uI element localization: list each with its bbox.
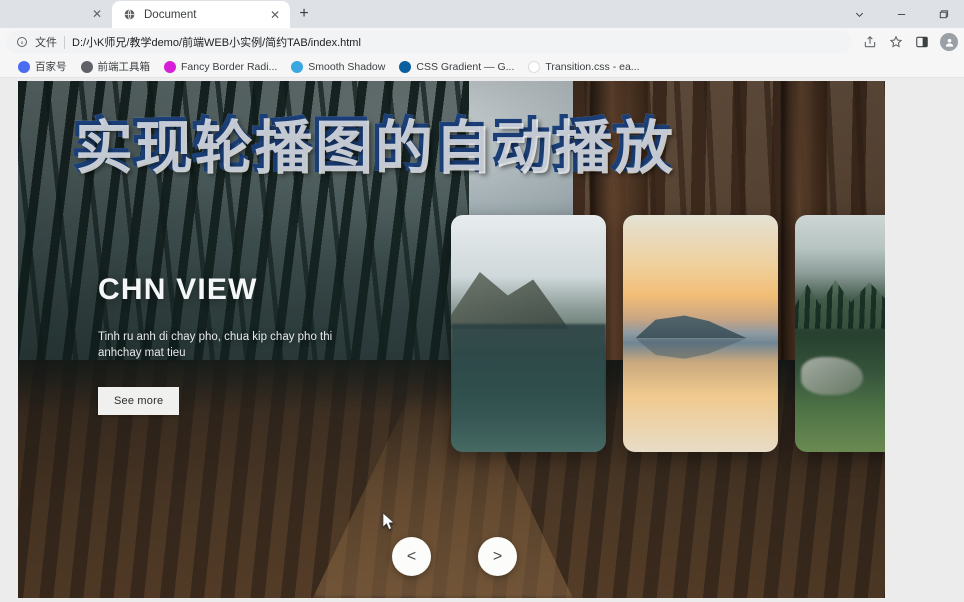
bookmark-item-5[interactable]: Transition.css - ea... (522, 59, 645, 75)
browser-window: ✕ Document ✕ + 文件 D:/小K师兄/教学demo/前端WEB小实… (0, 0, 964, 602)
bookmark-label: 百家号 (35, 61, 67, 73)
hero-copy: CHN VIEW Tinh ru anh di chay pho, chua k… (98, 275, 398, 415)
carousel-navigation: < > (392, 537, 517, 576)
toolbar-actions (858, 30, 958, 54)
bookmark-item-1[interactable]: 前端工具箱 (75, 57, 157, 76)
new-tab-button[interactable]: + (290, 0, 318, 28)
carousel-thumbnails (451, 215, 885, 452)
url-text[interactable]: D:/小K师兄/教学demo/前端WEB小实例/简约TAB/index.html (72, 34, 842, 50)
thumbnail-foggy-forest-hillside[interactable] (795, 215, 885, 452)
circle-icon (399, 60, 412, 73)
bookmark-label: Transition.css - ea... (545, 60, 640, 73)
chevron-down-icon[interactable] (838, 0, 880, 28)
hero-title: CHN VIEW (98, 273, 258, 306)
browser-toolbar: 文件 D:/小K师兄/教学demo/前端WEB小实例/简约TAB/index.h… (0, 28, 964, 56)
circle-icon (164, 60, 176, 73)
bookmark-item-2[interactable]: Fancy Border Radi... (158, 59, 283, 75)
thumbnail-golden-sunset-lake[interactable] (623, 215, 778, 452)
carousel-prev-button[interactable]: < (392, 537, 431, 576)
baidu-icon (18, 60, 30, 73)
globe-icon (122, 7, 136, 22)
bookmark-label: CSS Gradient — G... (416, 60, 515, 73)
thumbnail-misty-mountain-lake[interactable] (451, 215, 606, 452)
tab-strip-spacer (318, 0, 838, 28)
address-bar[interactable]: 文件 D:/小K师兄/教学demo/前端WEB小实例/简约TAB/index.h… (6, 31, 852, 53)
close-icon[interactable]: ✕ (268, 9, 282, 21)
minimize-icon[interactable] (880, 0, 922, 28)
mouse-cursor (382, 512, 395, 530)
hero-description: Tinh ru anh di chay pho, chua kip chay p… (98, 331, 333, 360)
overlay-headline: 实现轮播图的自动播放 (71, 98, 672, 182)
side-panel-icon[interactable] (910, 30, 934, 54)
page-viewport: CHN VIEW Tinh ru anh di chay pho, chua k… (0, 78, 964, 602)
tab-strip: ✕ Document ✕ + (0, 0, 964, 28)
bookmarks-bar: 百家号 前端工具箱 Fancy Border Radi... Smooth Sh… (0, 56, 964, 78)
circle-icon (291, 60, 304, 73)
carousel-next-button[interactable]: > (478, 537, 517, 576)
bookmark-item-3[interactable]: Smooth Shadow (285, 59, 391, 75)
bookmark-item-0[interactable]: 百家号 (12, 57, 73, 76)
tab-title: Document (144, 8, 197, 21)
globe-icon (80, 60, 93, 73)
share-icon[interactable] (858, 30, 882, 54)
tab-document[interactable]: Document ✕ (112, 1, 290, 28)
bookmark-star-icon[interactable] (884, 30, 908, 54)
see-more-button[interactable]: See more (98, 386, 180, 415)
bookmark-item-4[interactable]: CSS Gradient — G... (393, 59, 520, 75)
bookmark-label: 前端工具箱 (97, 61, 151, 73)
bookmark-label: Fancy Border Radi... (181, 60, 278, 73)
circle-icon (528, 60, 541, 73)
bookmark-label: Smooth Shadow (308, 60, 386, 73)
maximize-icon[interactable] (922, 0, 964, 28)
info-circle-icon[interactable] (16, 36, 28, 48)
omnibox-divider (64, 35, 65, 49)
window-controls (838, 0, 964, 28)
url-scheme-label: 文件 (35, 37, 57, 49)
profile-avatar[interactable] (940, 33, 958, 51)
close-icon[interactable]: ✕ (92, 8, 102, 20)
tab-background-inactive[interactable]: ✕ (0, 0, 112, 28)
